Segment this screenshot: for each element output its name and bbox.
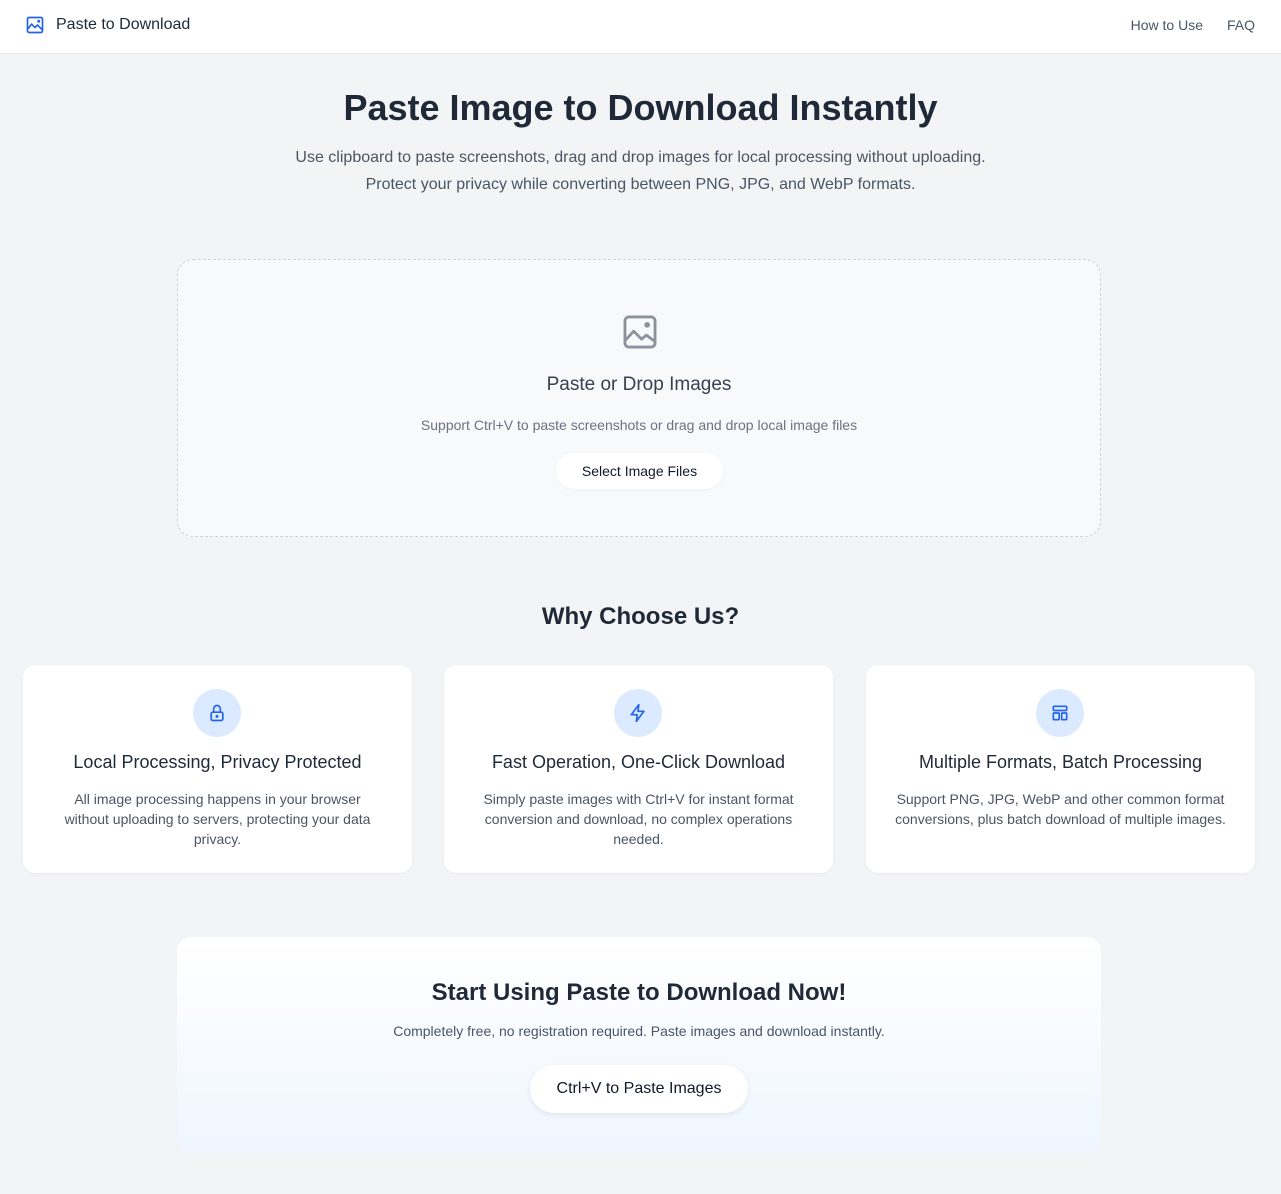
paste-images-button[interactable]: Ctrl+V to Paste Images (530, 1065, 748, 1113)
feature-card-speed: Fast Operation, One-Click Download Simpl… (444, 665, 833, 873)
select-image-files-button[interactable]: Select Image Files (556, 453, 723, 489)
layout-icon (1052, 705, 1068, 721)
feature-card-title: Multiple Formats, Batch Processing (918, 752, 1203, 772)
dropzone-hint: Support Ctrl+V to paste screenshots or d… (420, 417, 858, 433)
image-icon (623, 315, 657, 349)
layout-icon-badge (1036, 689, 1084, 737)
brand-link[interactable]: Paste to Download (25, 15, 190, 35)
brand-name: Paste to Download (56, 16, 191, 33)
hero-subtitle-line-2: Protect your privacy while converting be… (365, 176, 916, 193)
lightning-icon (630, 703, 645, 723)
why-choose-us-heading: Why Choose Us? (541, 603, 740, 630)
top-bar: Paste to Download How to Use FAQ (0, 0, 1281, 54)
feature-card-privacy: Local Processing, Privacy Protected All … (23, 665, 412, 873)
cta-subtitle: Completely free, no registration require… (393, 1023, 885, 1039)
page-title: Paste Image to Download Instantly (343, 87, 938, 128)
top-nav: How to Use FAQ (1131, 17, 1255, 33)
hero-subtitle: Use clipboard to paste screenshots, drag… (0, 144, 1281, 198)
nav-how-to-use[interactable]: How to Use (1131, 17, 1203, 33)
image-icon (26, 16, 44, 34)
feature-card-description: All image processing happens in your bro… (64, 791, 371, 847)
feature-card-title: Local Processing, Privacy Protected (73, 752, 362, 772)
feature-card-description: Support PNG, JPG, WebP and other common … (895, 791, 1226, 827)
feature-card-description: Simply paste images with Ctrl+V for inst… (483, 791, 794, 847)
lightning-icon-badge (614, 689, 662, 737)
cta-title: Start Using Paste to Download Now! (431, 979, 847, 1006)
cta-section: Start Using Paste to Download Now! Compl… (177, 937, 1101, 1153)
lock-icon-badge (193, 689, 241, 737)
lock-icon (210, 704, 224, 722)
dropzone-title: Paste or Drop Images (546, 374, 732, 395)
feature-card-title: Fast Operation, One-Click Download (491, 752, 786, 772)
hero-subtitle-line-1: Use clipboard to paste screenshots, drag… (295, 149, 986, 166)
nav-faq[interactable]: FAQ (1227, 17, 1255, 33)
feature-card-formats: Multiple Formats, Batch Processing Suppo… (866, 665, 1255, 873)
image-dropzone[interactable]: Paste or Drop Images Support Ctrl+V to p… (177, 259, 1101, 537)
